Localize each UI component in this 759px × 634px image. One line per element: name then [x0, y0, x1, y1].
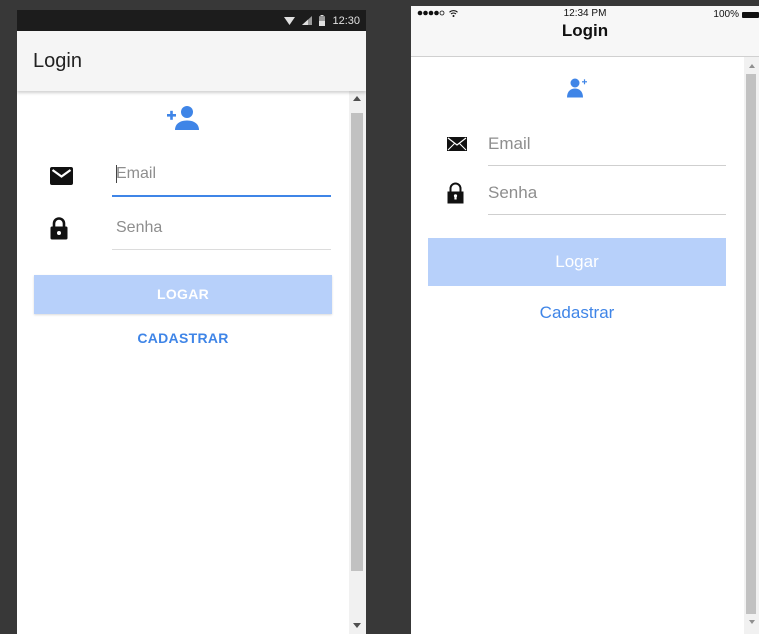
scrollbar-thumb[interactable] — [746, 74, 756, 614]
battery-status: 100% — [713, 9, 759, 20]
scrollbar-thumb[interactable] — [351, 113, 363, 571]
battery-icon — [319, 15, 326, 26]
scroll-up-arrow[interactable] — [353, 96, 361, 101]
email-field[interactable] — [488, 123, 726, 166]
page-title: Login — [33, 50, 82, 72]
email-input[interactable] — [488, 123, 726, 165]
password-field[interactable] — [488, 172, 726, 215]
android-screen: 12:30 Login LOGAR CADASTRAR — [17, 10, 366, 634]
scroll-up-arrow[interactable] — [749, 64, 755, 68]
status-time: 12:30 — [332, 14, 360, 27]
status-time: 12:34 PM — [563, 8, 607, 19]
person-add-icon — [167, 106, 199, 130]
scroll-down-arrow[interactable] — [353, 623, 361, 628]
wifi-icon — [284, 17, 296, 25]
envelope-icon — [50, 167, 73, 185]
app-bar: Login — [17, 31, 366, 91]
page-title: Login — [561, 21, 609, 40]
battery-icon — [742, 11, 759, 18]
navigation-bar: 12:34 PM 100% Login — [411, 6, 759, 57]
email-field[interactable] — [112, 153, 331, 197]
lock-icon — [447, 182, 464, 204]
ios-screen: 12:34 PM 100% Login Logar Cadastrar — [411, 6, 759, 634]
register-button[interactable]: CADASTRAR — [34, 327, 332, 349]
email-input[interactable] — [112, 153, 331, 195]
text-cursor — [116, 165, 117, 183]
lock-icon — [50, 217, 68, 240]
password-input[interactable] — [112, 207, 331, 249]
envelope-icon — [447, 137, 467, 151]
scroll-down-arrow[interactable] — [749, 620, 755, 624]
login-button[interactable]: LOGAR — [34, 275, 332, 314]
password-input[interactable] — [488, 172, 726, 214]
login-button[interactable]: Logar — [428, 238, 726, 286]
battery-label: 100% — [713, 9, 739, 20]
password-field[interactable] — [112, 207, 331, 250]
person-add-icon — [567, 78, 587, 98]
register-button[interactable]: Cadastrar — [428, 302, 726, 324]
signal-icon — [302, 16, 313, 25]
status-bar: 12:30 — [17, 10, 366, 31]
